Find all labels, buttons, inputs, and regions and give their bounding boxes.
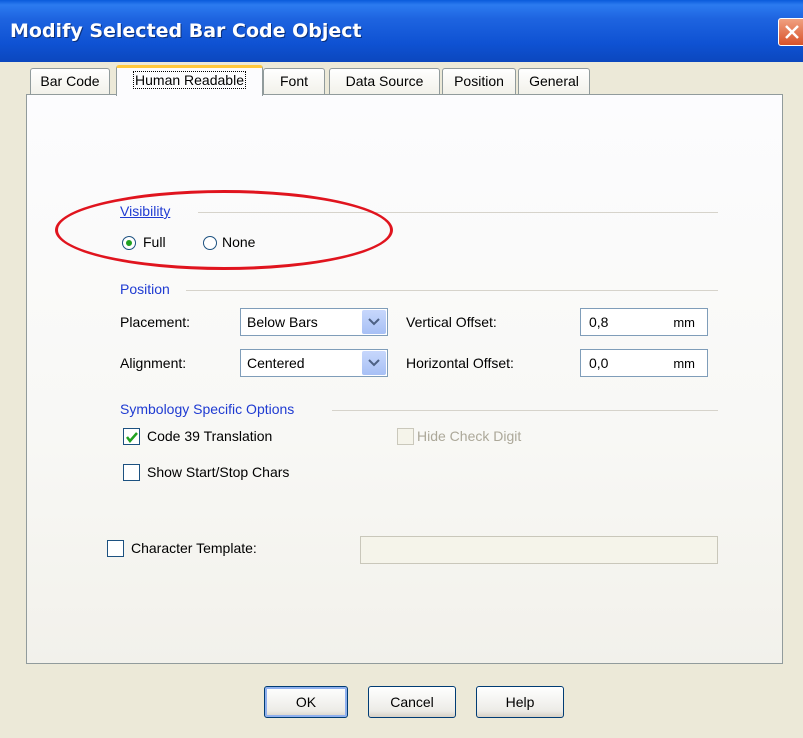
- hide-check-digit-checkbox[interactable]: [397, 428, 414, 445]
- tab-font[interactable]: Font: [263, 68, 325, 94]
- cancel-button[interactable]: Cancel: [368, 686, 456, 718]
- horizontal-offset-label: Horizontal Offset:: [406, 355, 514, 371]
- vertical-offset-label: Vertical Offset:: [406, 314, 497, 330]
- position-separator: [186, 290, 718, 291]
- alignment-value: Centered: [247, 355, 305, 371]
- tab-bar-code[interactable]: Bar Code: [30, 68, 110, 94]
- tab-label: Human Readable: [133, 71, 246, 89]
- placement-label: Placement:: [120, 314, 191, 330]
- code39-translation-label: Code 39 Translation: [147, 428, 273, 444]
- vertical-offset-field[interactable]: 0,8 mm: [580, 308, 708, 336]
- show-start-stop-checkbox[interactable]: [123, 464, 140, 481]
- vertical-offset-value: 0,8: [589, 314, 609, 330]
- close-button[interactable]: [778, 18, 803, 46]
- highlight-annotation: [55, 190, 393, 270]
- title-bar: Modify Selected Bar Code Object: [0, 0, 803, 62]
- placement-select[interactable]: Below Bars: [240, 308, 388, 336]
- tab-label: Position: [454, 73, 504, 89]
- character-template-checkbox[interactable]: [107, 540, 124, 557]
- tab-human-readable[interactable]: Human Readable: [116, 65, 263, 96]
- alignment-dropdown-button[interactable]: [362, 351, 386, 375]
- alignment-select[interactable]: Centered: [240, 349, 388, 377]
- vertical-offset-unit: mm: [673, 315, 695, 330]
- help-button[interactable]: Help: [476, 686, 564, 718]
- tab-label: Bar Code: [40, 73, 100, 89]
- tab-general[interactable]: General: [518, 68, 590, 94]
- checkmark-icon: [126, 432, 138, 443]
- horizontal-offset-value: 0,0: [589, 355, 609, 371]
- alignment-label: Alignment:: [120, 355, 187, 371]
- tab-label: Data Source: [345, 73, 424, 89]
- tab-panel: [26, 94, 783, 664]
- position-group-label: Position: [120, 281, 170, 297]
- tab-label: General: [529, 73, 579, 89]
- character-template-label: Character Template:: [131, 540, 257, 556]
- code39-translation-checkbox[interactable]: [123, 428, 140, 445]
- symbology-separator: [332, 410, 718, 411]
- chevron-down-icon: [368, 359, 380, 367]
- placement-dropdown-button[interactable]: [362, 310, 386, 334]
- show-start-stop-label: Show Start/Stop Chars: [147, 464, 290, 480]
- chevron-down-icon: [368, 318, 380, 326]
- window-title: Modify Selected Bar Code Object: [10, 20, 362, 42]
- horizontal-offset-field[interactable]: 0,0 mm: [580, 349, 708, 377]
- tab-label: Font: [279, 73, 308, 89]
- close-icon: [785, 25, 799, 39]
- symbology-group-label: Symbology Specific Options: [120, 401, 295, 417]
- tab-position[interactable]: Position: [442, 68, 516, 94]
- ok-button[interactable]: OK: [264, 686, 348, 718]
- placement-value: Below Bars: [247, 314, 318, 330]
- hide-check-digit-label: Hide Check Digit: [417, 428, 522, 444]
- character-template-field[interactable]: [360, 536, 718, 564]
- horizontal-offset-unit: mm: [673, 356, 695, 371]
- tab-data-source[interactable]: Data Source: [329, 68, 440, 94]
